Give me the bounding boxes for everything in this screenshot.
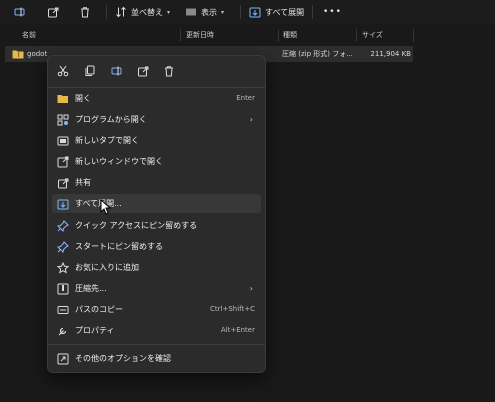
sort-button[interactable]: 並べ替え ▾ (115, 3, 170, 21)
more-icon: ••• (323, 7, 342, 17)
menu-item-label: プロパティ (75, 326, 115, 335)
rename-button[interactable] (14, 3, 26, 21)
trash-icon (165, 66, 173, 77)
pin-icon (57, 241, 69, 253)
menu-item-open-with[interactable]: プログラムから開く › (52, 110, 261, 129)
menu-item-more-options[interactable]: その他のオプションを確認 (52, 349, 261, 368)
column-divider[interactable] (180, 29, 181, 42)
rename-icon (14, 7, 25, 17)
delete-button[interactable] (79, 3, 91, 21)
extract-all-button[interactable]: すべて展開 (249, 3, 304, 21)
open-with-icon (57, 114, 69, 126)
chevron-right-icon: › (249, 115, 253, 124)
menu-item-label: スタートにピン留めする (75, 242, 163, 251)
menu-item-label: すべて展開... (75, 199, 122, 208)
copy-icon (85, 65, 95, 76)
menu-item-label: パスのコピー (75, 305, 123, 314)
menu-item-open[interactable]: 開く Enter (52, 89, 261, 108)
folder-open-icon (57, 93, 69, 105)
menu-item-extract-all[interactable]: すべて展開... (52, 194, 261, 213)
pin-icon (57, 220, 69, 232)
command-bar: 並べ替え ▾ 表示 ▾ すべて展開 ••• (0, 0, 495, 24)
rename-button[interactable] (108, 62, 126, 80)
column-name[interactable]: 名前 (22, 27, 36, 43)
copy-button[interactable] (81, 62, 99, 80)
menu-item-label: 新しいタブで開く (75, 136, 139, 145)
extract-icon (249, 7, 261, 18)
menu-item-pin-start[interactable]: スタートにピン留めする (52, 237, 261, 256)
share-icon (138, 66, 149, 77)
toolbar-separator (240, 5, 241, 19)
sort-label: 並べ替え (131, 7, 163, 17)
menu-item-label: 圧縮先... (75, 284, 107, 293)
menu-divider (48, 344, 265, 345)
menu-item-label: プログラムから開く (75, 115, 147, 124)
menu-item-label: 共有 (75, 178, 91, 187)
new-window-icon (57, 156, 69, 168)
file-type: 圧縮 (zip 形式) フォ... (282, 50, 353, 58)
column-type[interactable]: 種類 (283, 27, 297, 43)
menu-item-copy-path[interactable]: パスのコピー Ctrl+Shift+C (52, 300, 261, 319)
new-tab-icon (57, 135, 69, 147)
column-date[interactable]: 更新日時 (186, 27, 214, 43)
more-button[interactable]: ••• (323, 3, 342, 21)
context-menu: 開く Enter プログラムから開く › 新しいタブで開く 新しいウィンドウで開… (47, 55, 266, 373)
menu-item-compress[interactable]: 圧縮先... › (52, 279, 261, 298)
menu-item-add-favorites[interactable]: お気に入りに追加 (52, 258, 261, 277)
menu-item-shortcut: Alt+Enter (220, 326, 255, 334)
menu-item-label: お気に入りに追加 (75, 263, 139, 272)
zip-folder-icon (12, 50, 24, 59)
share-icon (48, 7, 59, 18)
cut-button[interactable] (54, 62, 72, 80)
column-divider[interactable] (356, 29, 357, 42)
chevron-right-icon: › (249, 284, 253, 293)
toolbar-separator (106, 5, 107, 19)
mouse-cursor-icon (100, 199, 112, 215)
menu-item-properties[interactable]: プロパティ Alt+Enter (52, 321, 261, 340)
trash-icon (81, 7, 89, 18)
quick-actions (48, 56, 265, 86)
menu-item-new-window[interactable]: 新しいウィンドウで開く (52, 152, 261, 171)
compress-icon (57, 283, 69, 295)
toolbar-separator (312, 5, 313, 19)
column-size[interactable]: サイズ (362, 27, 383, 43)
column-divider[interactable] (278, 29, 279, 42)
file-size: 211,904 KB (370, 50, 411, 58)
share-icon (57, 177, 69, 189)
menu-item-shortcut: Enter (236, 94, 255, 102)
menu-item-label: クイック アクセスにピン留めする (75, 221, 198, 230)
share-button[interactable] (47, 3, 59, 21)
star-icon (57, 262, 69, 274)
menu-item-label: その他のオプションを確認 (75, 354, 171, 363)
properties-icon (57, 325, 69, 337)
share-button[interactable] (134, 62, 152, 80)
menu-divider (48, 87, 265, 88)
menu-item-shortcut: Ctrl+Shift+C (210, 305, 255, 313)
extract-icon (57, 198, 69, 210)
more-options-icon (57, 353, 69, 365)
sort-icon (116, 6, 126, 18)
rename-icon (111, 66, 122, 76)
menu-item-label: 新しいウィンドウで開く (75, 157, 163, 166)
column-divider[interactable] (413, 29, 414, 42)
menu-item-share[interactable]: 共有 (52, 173, 261, 192)
menu-item-pin-quick-access[interactable]: クイック アクセスにピン留めする (52, 216, 261, 235)
chevron-down-icon: ▾ (167, 8, 171, 16)
view-button[interactable]: 表示 ▾ (185, 3, 224, 21)
menu-item-label: 開く (75, 94, 91, 103)
cut-icon (57, 65, 69, 77)
copy-path-icon (57, 304, 69, 316)
menu-item-new-tab[interactable]: 新しいタブで開く (52, 131, 261, 150)
view-label: 表示 (201, 7, 217, 17)
column-header: 名前 更新日時 種類 サイズ (0, 27, 495, 43)
delete-button[interactable] (160, 62, 178, 80)
extract-all-label: すべて展開 (265, 7, 305, 17)
chevron-down-icon: ▾ (221, 8, 225, 16)
view-icon (186, 8, 196, 16)
